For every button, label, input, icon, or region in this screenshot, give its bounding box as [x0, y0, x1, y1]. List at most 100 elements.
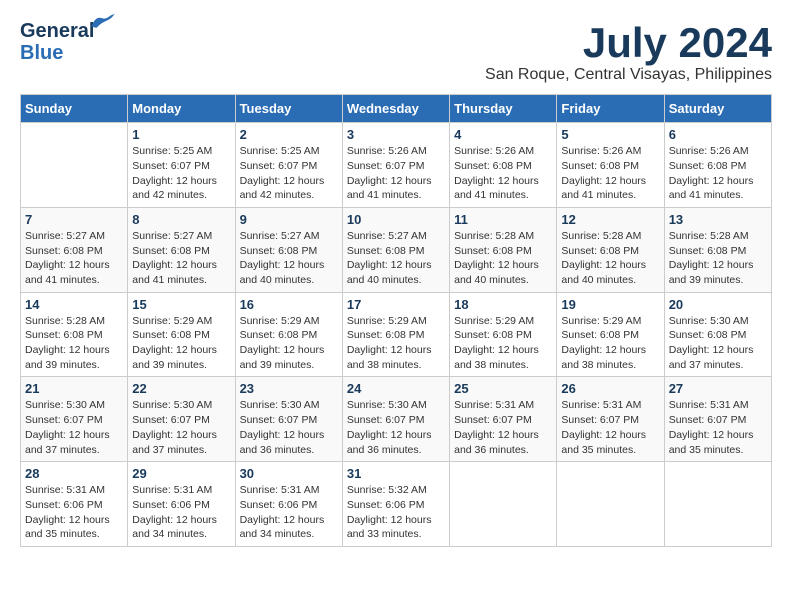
day-number: 15	[132, 297, 230, 312]
day-info: Sunrise: 5:31 AMSunset: 6:07 PMDaylight:…	[454, 398, 552, 457]
day-info: Sunrise: 5:29 AMSunset: 6:08 PMDaylight:…	[561, 314, 659, 373]
day-number: 22	[132, 381, 230, 396]
weekday-header-thursday: Thursday	[450, 95, 557, 123]
day-info: Sunrise: 5:30 AMSunset: 6:07 PMDaylight:…	[25, 398, 123, 457]
calendar-cell: 13Sunrise: 5:28 AMSunset: 6:08 PMDayligh…	[664, 207, 771, 292]
day-info: Sunrise: 5:27 AMSunset: 6:08 PMDaylight:…	[132, 229, 230, 288]
calendar-cell: 2Sunrise: 5:25 AMSunset: 6:07 PMDaylight…	[235, 123, 342, 208]
day-info: Sunrise: 5:29 AMSunset: 6:08 PMDaylight:…	[240, 314, 338, 373]
day-info: Sunrise: 5:31 AMSunset: 6:06 PMDaylight:…	[25, 483, 123, 542]
calendar-week-row: 14 Sunrise: 5:28 AMSunset: 6:08 PMDayligh…	[21, 292, 772, 377]
day-info: Sunrise: 5:26 AMSunset: 6:08 PMDaylight:…	[454, 144, 552, 203]
calendar-week-row: 7 Sunrise: 5:27 AMSunset: 6:08 PMDaylight…	[21, 207, 772, 292]
day-number: 27	[669, 381, 767, 396]
day-number: 7	[25, 212, 123, 227]
logo-blue-text: Blue	[20, 42, 94, 64]
location-title: San Roque, Central Visayas, Philippines	[485, 66, 772, 84]
calendar-cell	[21, 123, 128, 208]
day-info: Sunrise: 5:28 AMSunset: 6:08 PMDaylight:…	[25, 314, 123, 373]
day-info: Sunrise: 5:31 AMSunset: 6:06 PMDaylight:…	[240, 483, 338, 542]
calendar-cell: 30 Sunrise: 5:31 AMSunset: 6:06 PMDayligh…	[235, 462, 342, 547]
calendar-table: SundayMondayTuesdayWednesdayThursdayFrid…	[20, 94, 772, 547]
day-info: Sunrise: 5:26 AMSunset: 6:07 PMDaylight:…	[347, 144, 445, 203]
calendar-cell: 22 Sunrise: 5:30 AMSunset: 6:07 PMDayligh…	[128, 377, 235, 462]
day-info: Sunrise: 5:29 AMSunset: 6:08 PMDaylight:…	[132, 314, 230, 373]
day-number: 11	[454, 212, 552, 227]
calendar-cell: 7 Sunrise: 5:27 AMSunset: 6:08 PMDaylight…	[21, 207, 128, 292]
day-number: 1	[132, 127, 230, 142]
calendar-cell: 20 Sunrise: 5:30 AMSunset: 6:08 PMDayligh…	[664, 292, 771, 377]
day-info: Sunrise: 5:31 AMSunset: 6:06 PMDaylight:…	[132, 483, 230, 542]
day-number: 12	[561, 212, 659, 227]
calendar-cell: 19 Sunrise: 5:29 AMSunset: 6:08 PMDayligh…	[557, 292, 664, 377]
logo-bird-icon	[88, 12, 116, 34]
day-info: Sunrise: 5:28 AMSunset: 6:08 PMDaylight:…	[454, 229, 552, 288]
logo-general-text: General	[20, 20, 94, 42]
day-number: 14	[25, 297, 123, 312]
calendar-week-row: 1 Sunrise: 5:25 AMSunset: 6:07 PMDaylight…	[21, 123, 772, 208]
logo: General Blue	[20, 20, 94, 64]
day-number: 16	[240, 297, 338, 312]
day-number: 10	[347, 212, 445, 227]
calendar-cell: 31 Sunrise: 5:32 AMSunset: 6:06 PMDayligh…	[342, 462, 449, 547]
calendar-cell: 12 Sunrise: 5:28 AMSunset: 6:08 PMDayligh…	[557, 207, 664, 292]
day-number: 6	[669, 127, 767, 142]
day-number: 24	[347, 381, 445, 396]
day-number: 19	[561, 297, 659, 312]
calendar-cell: 24Sunrise: 5:30 AMSunset: 6:07 PMDayligh…	[342, 377, 449, 462]
day-info: Sunrise: 5:27 AMSunset: 6:08 PMDaylight:…	[25, 229, 123, 288]
day-info: Sunrise: 5:28 AMSunset: 6:08 PMDaylight:…	[561, 229, 659, 288]
day-number: 28	[25, 466, 123, 481]
day-info: Sunrise: 5:32 AMSunset: 6:06 PMDaylight:…	[347, 483, 445, 542]
day-number: 20	[669, 297, 767, 312]
day-number: 29	[132, 466, 230, 481]
day-info: Sunrise: 5:29 AMSunset: 6:08 PMDaylight:…	[347, 314, 445, 373]
calendar-cell	[450, 462, 557, 547]
calendar-cell: 29 Sunrise: 5:31 AMSunset: 6:06 PMDayligh…	[128, 462, 235, 547]
calendar-cell	[664, 462, 771, 547]
day-number: 25	[454, 381, 552, 396]
calendar-cell: 21Sunrise: 5:30 AMSunset: 6:07 PMDayligh…	[21, 377, 128, 462]
calendar-cell: 23Sunrise: 5:30 AMSunset: 6:07 PMDayligh…	[235, 377, 342, 462]
calendar-cell: 5 Sunrise: 5:26 AMSunset: 6:08 PMDaylight…	[557, 123, 664, 208]
day-number: 31	[347, 466, 445, 481]
calendar-cell: 28 Sunrise: 5:31 AMSunset: 6:06 PMDayligh…	[21, 462, 128, 547]
day-info: Sunrise: 5:30 AMSunset: 6:07 PMDaylight:…	[132, 398, 230, 457]
day-number: 17	[347, 297, 445, 312]
day-info: Sunrise: 5:26 AMSunset: 6:08 PMDaylight:…	[561, 144, 659, 203]
day-number: 4	[454, 127, 552, 142]
day-info: Sunrise: 5:29 AMSunset: 6:08 PMDaylight:…	[454, 314, 552, 373]
header: General Blue July 2024 San Roque, Centra…	[20, 20, 772, 84]
calendar-cell: 1 Sunrise: 5:25 AMSunset: 6:07 PMDaylight…	[128, 123, 235, 208]
calendar-cell: 16 Sunrise: 5:29 AMSunset: 6:08 PMDayligh…	[235, 292, 342, 377]
weekday-header-saturday: Saturday	[664, 95, 771, 123]
calendar-cell: 9Sunrise: 5:27 AMSunset: 6:08 PMDaylight…	[235, 207, 342, 292]
weekday-header-row: SundayMondayTuesdayWednesdayThursdayFrid…	[21, 95, 772, 123]
day-info: Sunrise: 5:25 AMSunset: 6:07 PMDaylight:…	[132, 144, 230, 203]
calendar-cell: 10 Sunrise: 5:27 AMSunset: 6:08 PMDayligh…	[342, 207, 449, 292]
day-info: Sunrise: 5:28 AMSunset: 6:08 PMDaylight:…	[669, 229, 767, 288]
day-number: 30	[240, 466, 338, 481]
calendar-cell: 26Sunrise: 5:31 AMSunset: 6:07 PMDayligh…	[557, 377, 664, 462]
weekday-header-tuesday: Tuesday	[235, 95, 342, 123]
day-info: Sunrise: 5:31 AMSunset: 6:07 PMDaylight:…	[561, 398, 659, 457]
calendar-cell: 3 Sunrise: 5:26 AMSunset: 6:07 PMDaylight…	[342, 123, 449, 208]
day-number: 5	[561, 127, 659, 142]
calendar-cell: 17 Sunrise: 5:29 AMSunset: 6:08 PMDayligh…	[342, 292, 449, 377]
day-number: 3	[347, 127, 445, 142]
calendar-cell: 6Sunrise: 5:26 AMSunset: 6:08 PMDaylight…	[664, 123, 771, 208]
calendar-cell: 18 Sunrise: 5:29 AMSunset: 6:08 PMDayligh…	[450, 292, 557, 377]
day-number: 18	[454, 297, 552, 312]
day-info: Sunrise: 5:30 AMSunset: 6:08 PMDaylight:…	[669, 314, 767, 373]
calendar-cell: 11 Sunrise: 5:28 AMSunset: 6:08 PMDayligh…	[450, 207, 557, 292]
day-info: Sunrise: 5:27 AMSunset: 6:08 PMDaylight:…	[347, 229, 445, 288]
month-title: July 2024	[485, 20, 772, 66]
calendar-cell: 15 Sunrise: 5:29 AMSunset: 6:08 PMDayligh…	[128, 292, 235, 377]
calendar-week-row: 28 Sunrise: 5:31 AMSunset: 6:06 PMDayligh…	[21, 462, 772, 547]
day-info: Sunrise: 5:27 AMSunset: 6:08 PMDaylight:…	[240, 229, 338, 288]
day-info: Sunrise: 5:31 AMSunset: 6:07 PMDaylight:…	[669, 398, 767, 457]
calendar-cell: 14 Sunrise: 5:28 AMSunset: 6:08 PMDayligh…	[21, 292, 128, 377]
calendar-week-row: 21Sunrise: 5:30 AMSunset: 6:07 PMDayligh…	[21, 377, 772, 462]
weekday-header-friday: Friday	[557, 95, 664, 123]
calendar-cell: 27 Sunrise: 5:31 AMSunset: 6:07 PMDayligh…	[664, 377, 771, 462]
